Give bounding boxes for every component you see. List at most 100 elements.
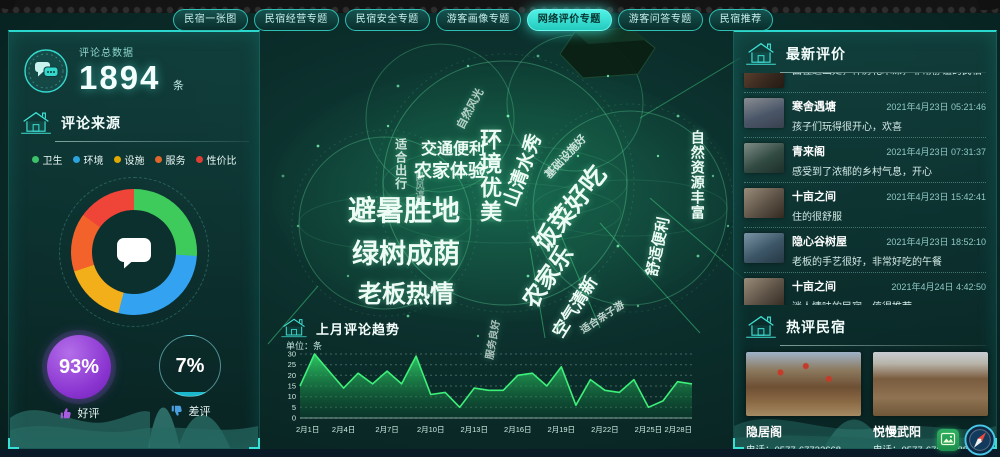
house-icon (280, 316, 308, 340)
svg-text:20: 20 (288, 371, 296, 380)
svg-text:25: 25 (288, 360, 296, 369)
comment-source-title: 评论来源 (61, 113, 121, 133)
house-icon (744, 313, 778, 341)
wordcloud-word: 适合出行 (394, 138, 407, 190)
svg-text:2月16日: 2月16日 (504, 425, 532, 434)
wordcloud-word: 山清水秀 (501, 132, 546, 210)
review-item[interactable]: 隐心谷树屋 2021年4月23日 18:52:10 老板的手艺很好，非常好吃的午… (744, 228, 986, 273)
bad-rate-circle: 7% (159, 335, 221, 397)
review-timestamp: 2021年4月24日 4:42:50 (891, 280, 986, 293)
review-comment: 老板的手艺很好，非常好吃的午餐 (792, 253, 986, 268)
legend-item[interactable]: 设施 (114, 152, 145, 167)
review-photo (744, 278, 784, 305)
thumb-up-icon (59, 406, 73, 420)
review-item[interactable]: 十亩之间 2021年4月24日 4:42:50 迷人情味的民宿，值得推荐 (744, 273, 986, 305)
legend-label: 卫生 (43, 152, 63, 167)
svg-text:5: 5 (292, 403, 296, 412)
review-homestay-name: 寒舍遇塘 (792, 98, 836, 114)
svg-text:2月22日: 2月22日 (591, 425, 619, 434)
wordcloud-word: 老板热情 (358, 282, 454, 307)
footer-bar (0, 449, 1000, 457)
review-item[interactable]: 曲径通幽处，禅房花木深，非常静谧的民宿 (744, 73, 986, 93)
svg-text:15: 15 (288, 382, 296, 391)
trend-header: 上月评论趋势 (280, 316, 400, 340)
review-comment: 住的很舒服 (792, 208, 986, 223)
review-item[interactable]: 十亩之间 2021年4月23日 15:42:41 住的很舒服 (744, 183, 986, 228)
hotel-card[interactable]: 隐居阁 电话：0577-67722668 地址：温州市文成县武阳村村民中心旁(近… (746, 352, 861, 457)
house-icon (19, 109, 53, 137)
compass-button[interactable] (964, 424, 996, 456)
review-homestay-name: 十亩之间 (792, 188, 836, 204)
nav-tab[interactable]: 网络评价专题 (527, 9, 612, 31)
review-comment: 迷人情味的民宿，值得推荐 (792, 298, 986, 305)
hotel-photo (873, 352, 988, 416)
picture-icon (940, 431, 956, 447)
review-comment: 曲径通幽处，禅房花木深，非常静谧的民宿 (792, 73, 986, 77)
wordcloud-word: 绿树成荫 (352, 240, 460, 268)
review-timestamp: 2021年4月23日 18:52:10 (886, 235, 986, 248)
left-panel: 评论总数据 1894 条 评论来源 卫生 (8, 30, 260, 449)
corner-bracket (249, 438, 260, 449)
nav-tab[interactable]: 游客问答专题 (618, 9, 703, 31)
legend-item[interactable]: 环境 (73, 152, 104, 167)
svg-text:0: 0 (292, 414, 296, 423)
good-rate-circle: 93% (47, 335, 111, 399)
bad-rate-label: 差评 (189, 403, 211, 419)
review-photo (744, 98, 784, 128)
total-comments-value: 1894 (79, 59, 160, 96)
comment-source-header: 评论来源 (9, 101, 259, 141)
hot-homestays-header: 热评民宿 (734, 305, 996, 345)
nav-tab[interactable]: 民宿推荐 (709, 9, 773, 31)
corner-bracket (733, 438, 744, 449)
legend-label: 性价比 (207, 152, 237, 167)
legend-item[interactable]: 服务 (155, 152, 186, 167)
floating-buttons (937, 424, 996, 456)
good-rate-label: 好评 (78, 405, 100, 421)
legend-dot (32, 156, 39, 163)
svg-text:2月25日: 2月25日 (635, 425, 663, 434)
wordcloud-word: 舒适便利 (645, 216, 673, 278)
nav-tab[interactable]: 民宿安全专题 (345, 9, 430, 31)
svg-text:2月4日: 2月4日 (332, 425, 355, 434)
legend-dot (114, 156, 121, 163)
corner-bracket (8, 438, 19, 449)
review-timestamp: 2021年4月23日 07:31:37 (886, 145, 986, 158)
legend-label: 服务 (166, 152, 186, 167)
review-item[interactable]: 青来阁 2021年4月23日 07:31:37 感受到了浓郁的乡村气息，开心 (744, 138, 986, 183)
svg-text:2月10日: 2月10日 (417, 425, 445, 434)
legend-dot (73, 156, 80, 163)
total-comments-unit: 条 (173, 80, 184, 92)
good-rate-value: 93% (59, 356, 99, 379)
good-rate: 93% 好评 (47, 335, 111, 421)
review-photo (744, 73, 784, 88)
review-item[interactable]: 寒舍遇塘 2021年4月23日 05:21:46 孩子们玩得很开心，欢喜 (744, 93, 986, 138)
svg-text:10: 10 (288, 392, 296, 401)
bad-rate: 7% 差评 (159, 335, 221, 421)
review-homestay-name: 青来阁 (792, 143, 825, 159)
wordcloud-word: 交通便利 (421, 142, 485, 159)
nav-tab[interactable]: 游客画像专题 (436, 9, 521, 31)
legend-item[interactable]: 卫生 (32, 152, 63, 167)
svg-text:2月28日: 2月28日 (664, 425, 692, 434)
wordcloud-word: 自然风光 (456, 87, 487, 131)
review-homestay-name: 隐心谷树屋 (792, 233, 847, 249)
hot-homestays-title: 热评民宿 (786, 317, 846, 337)
trend-area-chart: 0510152025302月1日2月4日2月7日2月10日2月13日2月16日2… (284, 348, 714, 444)
legend-item[interactable]: 性价比 (196, 152, 237, 167)
legend-label: 环境 (84, 152, 104, 167)
rating-circles: 93% 好评 7% (9, 327, 259, 421)
svg-text:2月7日: 2月7日 (375, 425, 398, 434)
review-timestamp: 2021年4月23日 05:21:46 (886, 100, 986, 113)
nav-tabs: 民宿一张图民宿经营专题民宿安全专题游客画像专题网络评价专题游客问答专题民宿推荐 (222, 9, 724, 31)
wordcloud-word: 农家体验 (414, 162, 486, 181)
review-comment: 孩子们玩得很开心，欢喜 (792, 118, 986, 133)
thumb-down-icon (170, 404, 184, 418)
nav-tab[interactable]: 民宿经营专题 (254, 9, 339, 31)
wordcloud-word: 饭菜好吃 (529, 161, 611, 256)
review-homestay-name: 十亩之间 (792, 278, 836, 294)
homestay-review-dashboard: 民宿一张图民宿经营专题民宿安全专题游客画像专题网络评价专题游客问答专题民宿推荐 … (0, 0, 1000, 457)
nav-tab[interactable]: 民宿一张图 (173, 9, 248, 31)
latest-reviews-header: 最新评价 (734, 32, 996, 72)
compass-icon (964, 424, 996, 456)
map-snapshot-button[interactable] (937, 429, 959, 451)
